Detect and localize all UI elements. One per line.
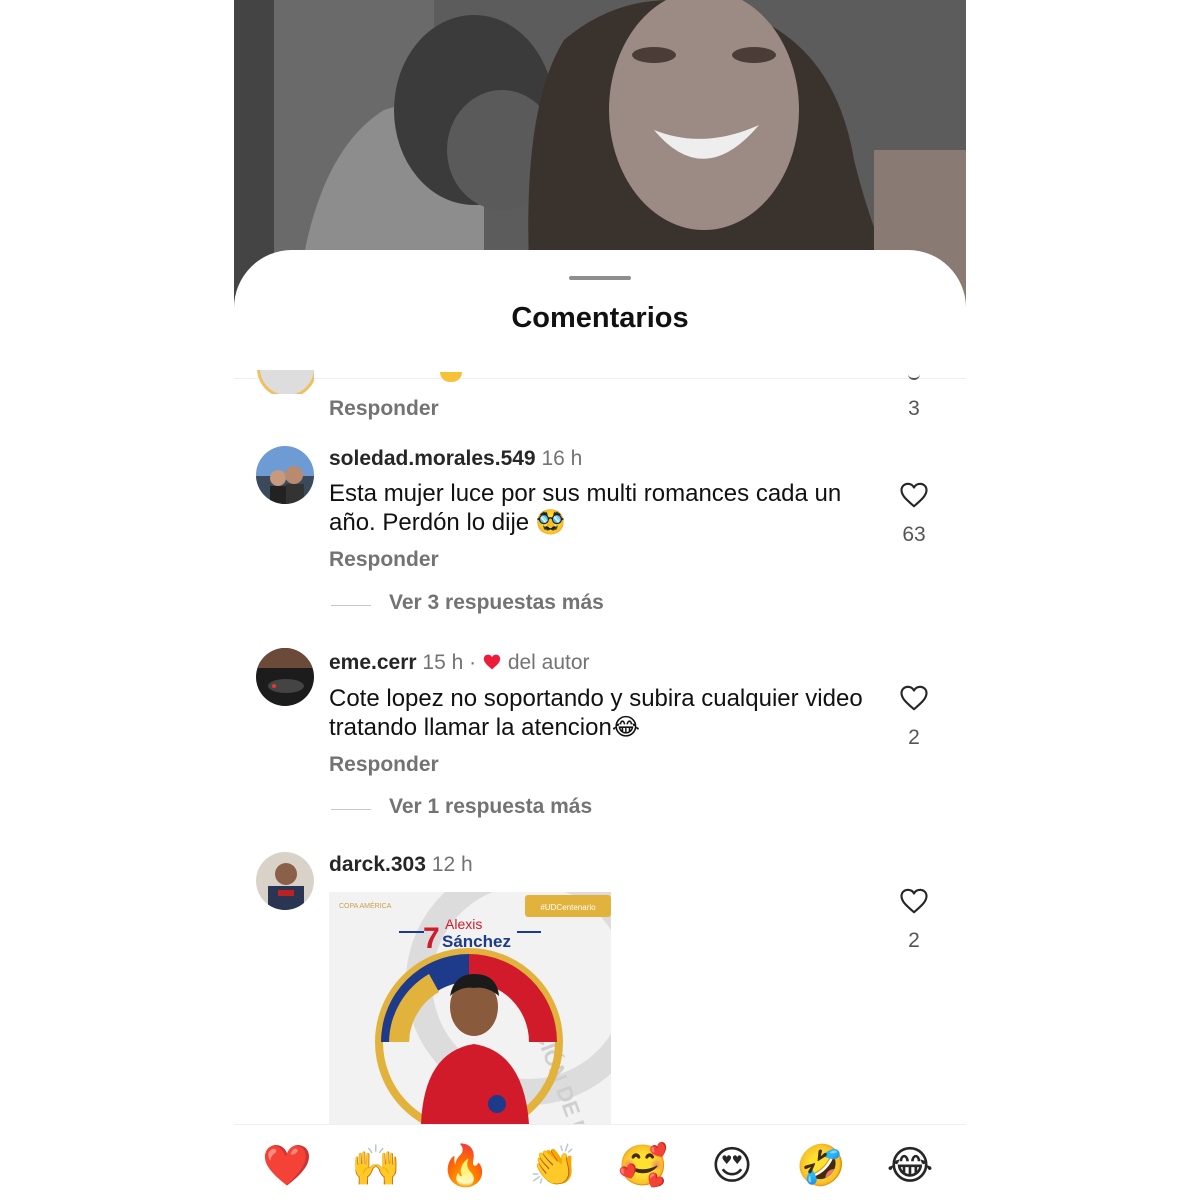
view-more-line — [331, 809, 371, 810]
comment-time: 12 h — [431, 853, 473, 876]
previous-comment-avatar[interactable] — [254, 370, 314, 394]
heart-outline-icon[interactable] — [899, 684, 929, 712]
comment-text: Cote lopez no soportando y subira cualqu… — [329, 685, 863, 741]
reaction-heart-eyes-icon[interactable]: 😍 — [702, 1136, 762, 1196]
quick-reactions-bar: ❤️ 🙌 🔥 👏 🥰 😍 🤣 😂 — [234, 1136, 966, 1196]
comment-time: 15 h — [422, 651, 464, 674]
reaction-raised-hands-icon[interactable]: 🙌 — [346, 1136, 406, 1196]
like-count: 63 — [902, 523, 926, 546]
comment-time: 16 h — [541, 447, 583, 470]
avatar[interactable] — [256, 648, 314, 706]
view-more-label[interactable]: Ver 3 respuestas más — [389, 591, 604, 615]
reaction-tears-of-joy-icon[interactable]: 😂 — [880, 1136, 940, 1196]
avatar[interactable] — [256, 446, 314, 504]
like-count: 2 — [908, 929, 920, 952]
view-more-line — [331, 605, 371, 606]
comment-header: eme.cerr 15 h · del autor — [329, 651, 590, 675]
sheet-drag-handle[interactable] — [569, 276, 631, 280]
like-count: 3 — [908, 397, 920, 420]
reaction-clapping-icon[interactable]: 👏 — [524, 1136, 584, 1196]
reaction-fire-icon[interactable]: 🔥 — [435, 1136, 495, 1196]
comment-text: Esta mujer luce por sus multi romances c… — [329, 480, 842, 536]
image-tag: #UDCentenario — [540, 903, 596, 912]
reply-button[interactable]: Responder — [329, 548, 439, 572]
view-more-label[interactable]: Ver 1 respuesta más — [389, 795, 592, 819]
reaction-rofl-icon[interactable]: 🤣 — [791, 1136, 851, 1196]
reply-button[interactable]: Responder — [329, 397, 439, 421]
player-first-name: Alexis — [445, 916, 482, 932]
author-like-label: del autor — [507, 651, 590, 674]
comment-header: darck.303 12 h — [329, 853, 473, 877]
player-last-name: Sánchez — [442, 932, 511, 951]
comment-header: soledad.morales.549 16 h — [329, 447, 582, 471]
reactions-divider — [234, 1124, 966, 1125]
phone-screen: Comentarios Responder 3 soledad.morales.… — [234, 0, 966, 1200]
reaction-smiling-hearts-icon[interactable]: 🥰 — [613, 1136, 673, 1196]
avatar[interactable] — [256, 852, 314, 910]
heart-outline-icon[interactable] — [899, 481, 929, 509]
author-heart-icon — [483, 654, 501, 670]
comment-username[interactable]: darck.303 — [329, 853, 426, 876]
comment-attached-image[interactable]: #UDCentenario COPA AMÉRICA CIÓN DE FÚTBO… — [329, 892, 611, 1124]
sheet-title: Comentarios — [511, 302, 689, 334]
player-number: 7 — [423, 922, 440, 955]
sheet-divider — [234, 378, 966, 379]
reply-button[interactable]: Responder — [329, 753, 439, 777]
meta-separator: · — [469, 651, 477, 674]
reaction-heart-icon[interactable]: ❤️ — [257, 1136, 317, 1196]
comment-username[interactable]: eme.cerr — [329, 651, 417, 674]
comment-username[interactable]: soledad.morales.549 — [329, 447, 536, 470]
like-count: 2 — [908, 726, 920, 749]
image-brand: COPA AMÉRICA — [339, 901, 392, 910]
heart-outline-icon[interactable] — [899, 887, 929, 915]
